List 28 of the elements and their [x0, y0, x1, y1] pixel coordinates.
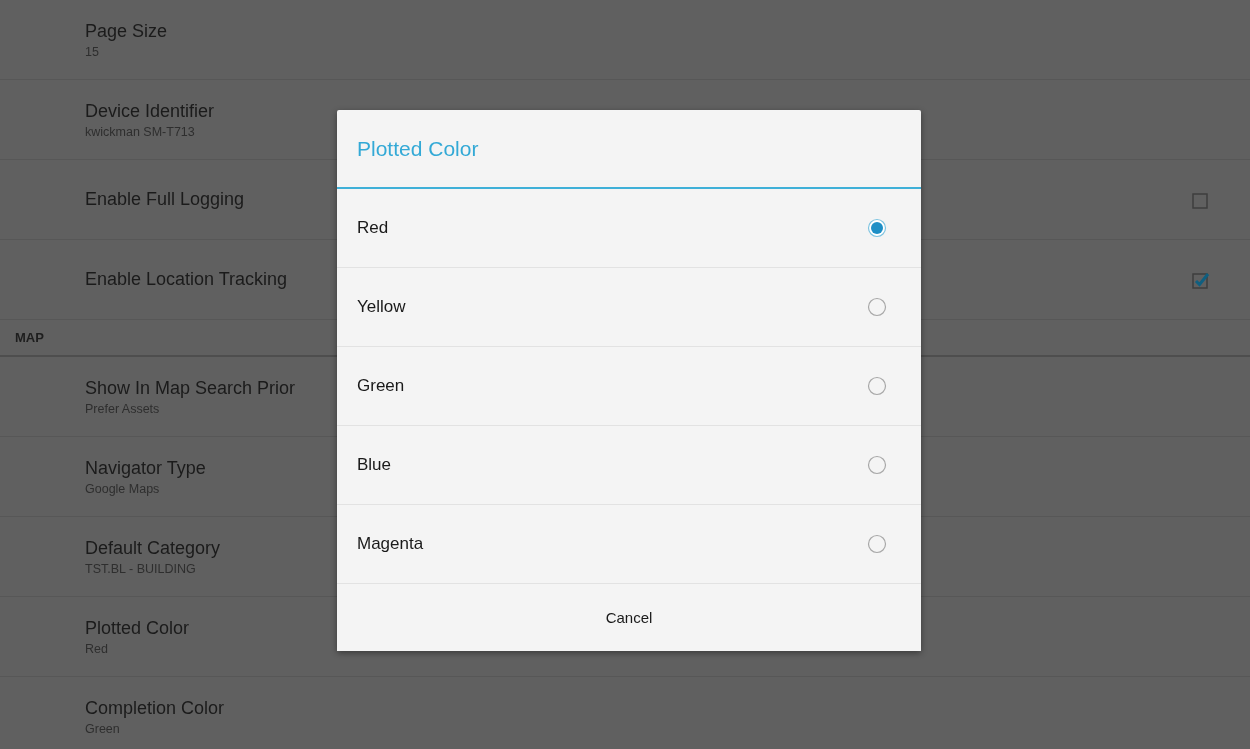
section-header: MAP [15, 330, 44, 345]
option-label: Yellow [357, 297, 406, 317]
selected-radio-button[interactable] [867, 218, 887, 238]
radio-option[interactable]: Red [337, 189, 921, 268]
setting-title: Show In Map Search Prior [85, 377, 296, 399]
radio-button[interactable] [867, 297, 887, 317]
checked-checkbox[interactable] [1192, 270, 1210, 289]
option-label: Blue [357, 455, 392, 475]
radio-option[interactable]: Green [337, 347, 921, 426]
option-label: Red [357, 218, 389, 238]
setting-title: Plotted Color [85, 617, 190, 639]
checkbox[interactable] [1192, 190, 1210, 209]
setting-title: Completion Color [85, 697, 225, 719]
radio-button[interactable] [867, 376, 887, 396]
setting-title: Enable Full Logging [85, 189, 245, 210]
setting-title: Navigator Type [85, 457, 206, 479]
setting-title: Device Identifier [85, 100, 215, 122]
setting-title: Page Size [85, 20, 168, 42]
radio-button[interactable] [867, 534, 887, 554]
radio-option[interactable]: Yellow [337, 268, 921, 347]
option-label: Green [357, 376, 405, 396]
setting-title: Enable Location Tracking [85, 269, 288, 290]
radio-button[interactable] [867, 455, 887, 475]
cancel-button[interactable]: Cancel [337, 584, 921, 651]
dialog-title: Plotted Color [357, 136, 479, 161]
setting-title: Default Category [85, 537, 221, 559]
radio-option[interactable]: Blue [337, 426, 921, 505]
option-label: Magenta [357, 534, 424, 554]
